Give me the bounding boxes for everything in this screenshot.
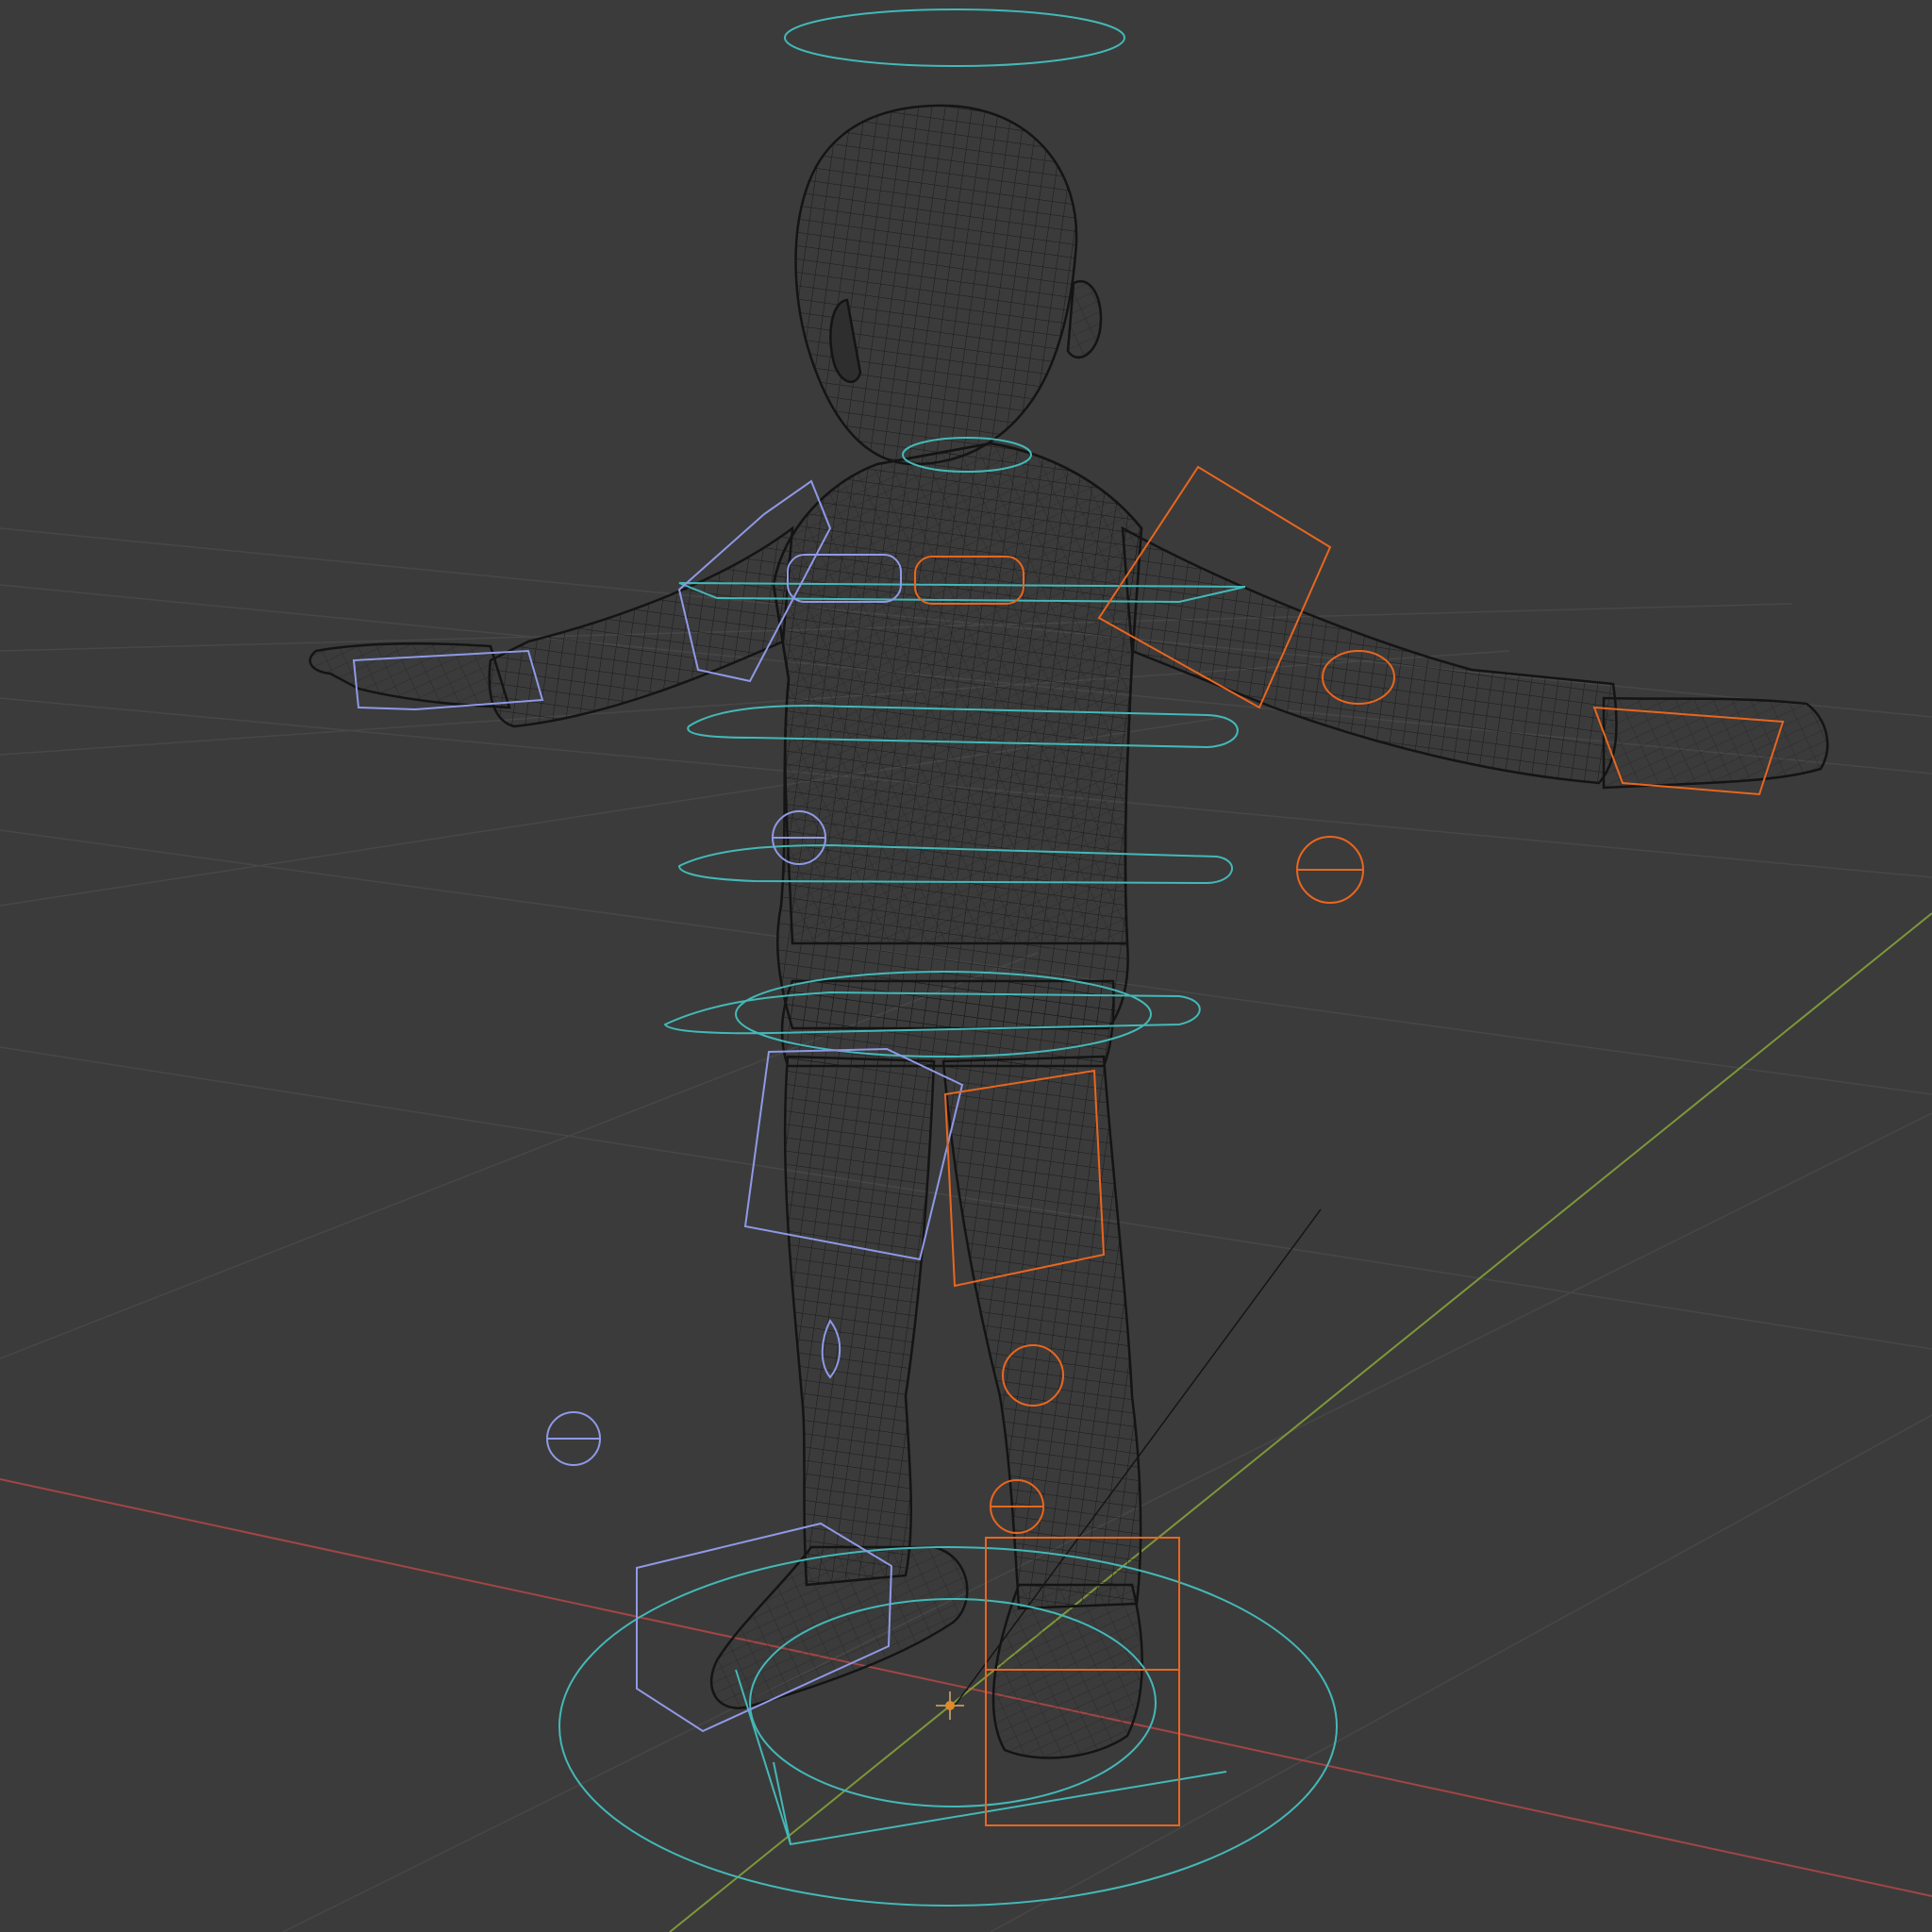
- mesh-leg-left[interactable]: [941, 1055, 1142, 1610]
- mesh-arm-right[interactable]: [488, 525, 794, 728]
- viewport-canvas[interactable]: [0, 0, 1932, 1932]
- 3d-cursor-icon[interactable]: [936, 1691, 964, 1720]
- character-mesh[interactable]: [308, 104, 1829, 1759]
- mesh-leg-right[interactable]: [783, 1055, 936, 1587]
- mesh-foot-left[interactable]: [991, 1583, 1143, 1759]
- 3d-viewport[interactable]: [0, 0, 1932, 1932]
- mesh-head[interactable]: [794, 104, 1078, 466]
- head-top-ring[interactable]: [784, 8, 1125, 67]
- mesh-ear-right: [1066, 280, 1103, 359]
- x-axis-line: [0, 1478, 1932, 1897]
- mesh-torso-overlay: [772, 441, 1143, 945]
- mesh-arm-left[interactable]: [1121, 525, 1618, 785]
